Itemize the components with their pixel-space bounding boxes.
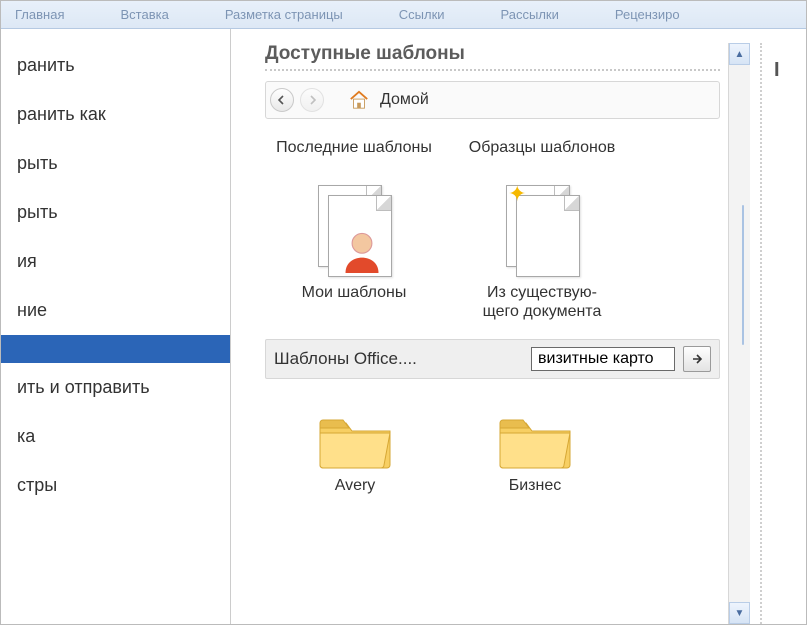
ribbon-tab[interactable]: Главная xyxy=(7,3,72,26)
preview-panel-edge: I xyxy=(760,43,796,624)
tile-label: Мои шаблоны xyxy=(271,283,437,302)
template-search-input[interactable]: визитные карто xyxy=(531,347,675,371)
sidebar-item[interactable]: ить и отправить xyxy=(1,363,230,412)
sidebar-item[interactable]: ка xyxy=(1,412,230,461)
ribbon-tab[interactable]: Разметка страницы xyxy=(217,3,351,26)
backstage-sidebar: ранить ранить как рыть рыть ия ние ить и… xyxy=(1,29,231,624)
sidebar-item[interactable]: ия xyxy=(1,237,230,286)
document-stack-icon xyxy=(314,185,394,279)
sidebar-item[interactable]: ранить как xyxy=(1,90,230,139)
sidebar-item[interactable]: рыть xyxy=(1,139,230,188)
nav-forward-button[interactable] xyxy=(300,88,324,112)
tile-caption: Образцы шаблонов xyxy=(459,139,625,179)
office-templates-row: Шаблоны Office.... визитные карто xyxy=(265,339,720,379)
ribbon-tab[interactable]: Вставка xyxy=(112,3,176,26)
template-tile-samples[interactable]: Образцы шаблонов ✦ Из существую- щего до… xyxy=(457,133,627,327)
breadcrumb-bar: Домой xyxy=(265,81,720,119)
sidebar-item[interactable]: ние xyxy=(1,286,230,335)
document-new-icon: ✦ xyxy=(502,185,582,279)
folder-icon xyxy=(316,409,394,469)
folder-label: Avery xyxy=(295,477,415,495)
vertical-scrollbar[interactable]: ▲ ▼ xyxy=(728,43,750,624)
folder-tile[interactable]: Бизнес xyxy=(475,409,595,495)
sidebar-item[interactable]: ранить xyxy=(1,41,230,90)
folder-tile[interactable]: Avery xyxy=(295,409,415,495)
arrow-right-icon xyxy=(691,353,703,365)
divider xyxy=(265,69,720,71)
arrow-left-icon xyxy=(277,95,287,105)
tile-caption: Последние шаблоны xyxy=(271,139,437,179)
ribbon-tab[interactable]: Рассылки xyxy=(493,3,567,26)
sidebar-item-new[interactable] xyxy=(1,335,230,363)
ribbon-tab[interactable]: Рецензиро xyxy=(607,3,688,26)
folder-icon xyxy=(496,409,574,469)
templates-panel: Доступные шаблоны Домой Последние шаблон… xyxy=(265,43,720,624)
scroll-down-button[interactable]: ▼ xyxy=(729,602,750,624)
search-go-button[interactable] xyxy=(683,346,711,372)
ribbon-tab[interactable]: Ссылки xyxy=(391,3,453,26)
arrow-right-icon xyxy=(307,95,317,105)
sparkle-icon: ✦ xyxy=(508,181,526,207)
ribbon-tabs: Главная Вставка Разметка страницы Ссылки… xyxy=(1,1,806,29)
home-icon[interactable] xyxy=(348,90,370,110)
scroll-thumb[interactable] xyxy=(742,205,744,345)
template-tile-recent[interactable]: Последние шаблоны Мои шаблоны xyxy=(269,133,439,327)
scroll-up-button[interactable]: ▲ xyxy=(729,43,750,65)
breadcrumb-home[interactable]: Домой xyxy=(380,91,429,109)
sidebar-item[interactable]: стры xyxy=(1,461,230,510)
section-title: Доступные шаблоны xyxy=(265,43,720,65)
sidebar-item[interactable]: рыть xyxy=(1,188,230,237)
folder-label: Бизнес xyxy=(475,477,595,495)
nav-back-button[interactable] xyxy=(270,88,294,112)
office-templates-label: Шаблоны Office.... xyxy=(274,349,523,369)
tile-label: Из существую- щего документа xyxy=(459,283,625,321)
